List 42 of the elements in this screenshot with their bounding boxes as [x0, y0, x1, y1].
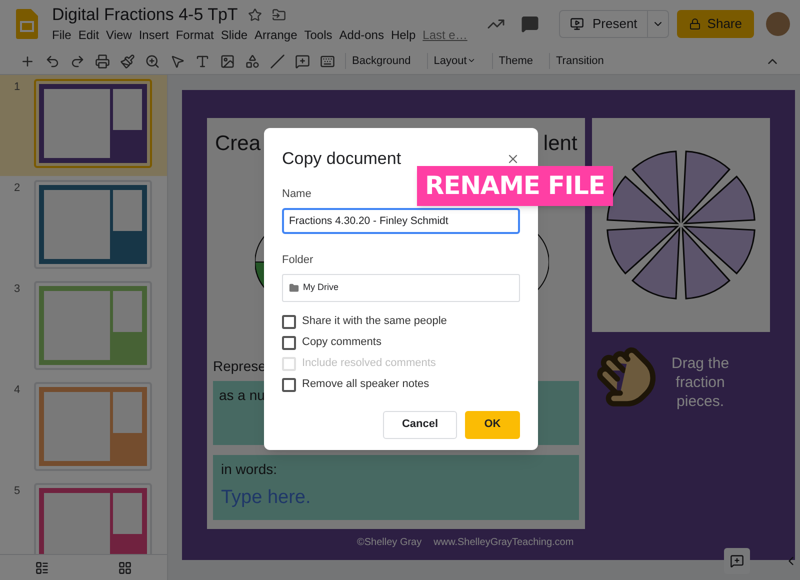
- menu-item[interactable]: File: [52, 26, 72, 44]
- ok-button[interactable]: OK: [465, 410, 520, 438]
- present-button[interactable]: Present: [559, 10, 670, 38]
- slide-title[interactable]: lent: [543, 128, 578, 160]
- hint-text: Drag the fraction pieces.: [670, 354, 730, 411]
- checkbox-label[interactable]: Share it with the same people: [302, 313, 447, 330]
- slide-thumbnail[interactable]: 1: [0, 75, 167, 176]
- checkbox-label[interactable]: Remove all speaker notes: [302, 376, 430, 393]
- annotation-label: RENAME FILE: [417, 166, 613, 206]
- field-label: Name: [282, 186, 312, 202]
- slide-number: 2: [14, 181, 22, 196]
- menu-item[interactable]: Add-ons: [339, 26, 384, 44]
- cancel-button[interactable]: Cancel: [383, 410, 457, 438]
- toolbar-button[interactable]: Transition: [549, 52, 610, 70]
- toolbar-button[interactable]: Layout: [426, 52, 482, 70]
- menu-item[interactable]: Format: [176, 26, 214, 44]
- name-field[interactable]: Fractions 4.30.20 - Finley Schmidt: [282, 208, 520, 234]
- slide-number: 5: [14, 484, 22, 499]
- toolbar-button[interactable]: Theme: [492, 52, 539, 70]
- share-button[interactable]: Share: [677, 10, 754, 38]
- dialog-title: Copy document: [282, 148, 402, 170]
- footer-text: ©Shelley Gray: [357, 536, 422, 550]
- menu-item[interactable]: Slide: [220, 26, 248, 44]
- menu-item[interactable]: Edit: [78, 26, 100, 44]
- menu-item[interactable]: View: [106, 26, 132, 44]
- prompt-text: Represe: [213, 356, 266, 376]
- footer-text: www.ShelleyGrayTeaching.com: [434, 536, 574, 550]
- slide-number: 1: [14, 80, 22, 95]
- last-edit-link[interactable]: Last e…: [422, 26, 468, 44]
- field-label: Folder: [282, 253, 314, 268]
- menu-item[interactable]: Tools: [304, 26, 332, 44]
- answer-label: in words:: [221, 460, 278, 478]
- folder-field[interactable]: My Drive: [282, 274, 520, 302]
- slide-number: 3: [14, 282, 22, 297]
- menu-item[interactable]: Help: [390, 26, 416, 44]
- document-title[interactable]: Digital Fractions 4-5 TpT: [52, 4, 238, 26]
- menu-item[interactable]: Arrange: [254, 26, 298, 44]
- checkbox-label[interactable]: Copy comments: [302, 334, 382, 351]
- slide-number: 4: [14, 383, 22, 398]
- toolbar-button[interactable]: Background: [345, 52, 417, 70]
- slide-title[interactable]: Crea: [215, 128, 261, 160]
- menu-item[interactable]: Insert: [138, 26, 169, 44]
